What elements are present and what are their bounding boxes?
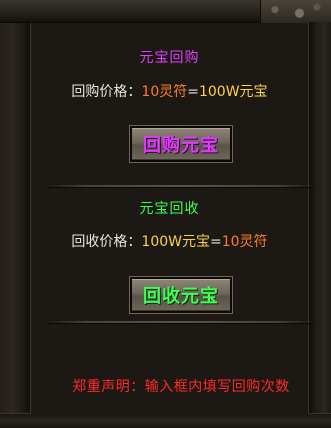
recycle-price-label: 回收价格： <box>71 234 142 250</box>
section-divider-2 <box>48 321 314 324</box>
recycle-equals: = <box>210 234 222 250</box>
buyback-price-right: 100W元宝 <box>198 84 268 100</box>
recycle-button[interactable]: 回收元宝 <box>129 276 233 314</box>
frame-bottom-border <box>0 413 331 428</box>
frame-left-border <box>0 0 31 428</box>
frame-right-border <box>308 22 331 428</box>
buyback-title: 元宝回购 <box>139 50 200 66</box>
buyback-price-line: 回购价格：10灵符=100W元宝 <box>31 81 308 101</box>
recycle-price-right: 10灵符 <box>221 234 268 250</box>
buyback-equals: = <box>187 84 199 100</box>
notice-text: 郑重声明：输入框内填写回购次数 <box>72 379 290 395</box>
recycle-price-left: 100W元宝 <box>141 234 210 250</box>
recycle-price-line: 回收价格：100W元宝=10灵符 <box>31 231 308 251</box>
buyback-price-label: 回购价格： <box>71 84 142 100</box>
buyback-button[interactable]: 回购元宝 <box>129 125 233 163</box>
recycle-title: 元宝回收 <box>139 201 200 217</box>
frame-corner-ornament <box>260 0 331 24</box>
section-divider-1 <box>48 185 314 188</box>
buyback-price-left: 10灵符 <box>141 84 188 100</box>
